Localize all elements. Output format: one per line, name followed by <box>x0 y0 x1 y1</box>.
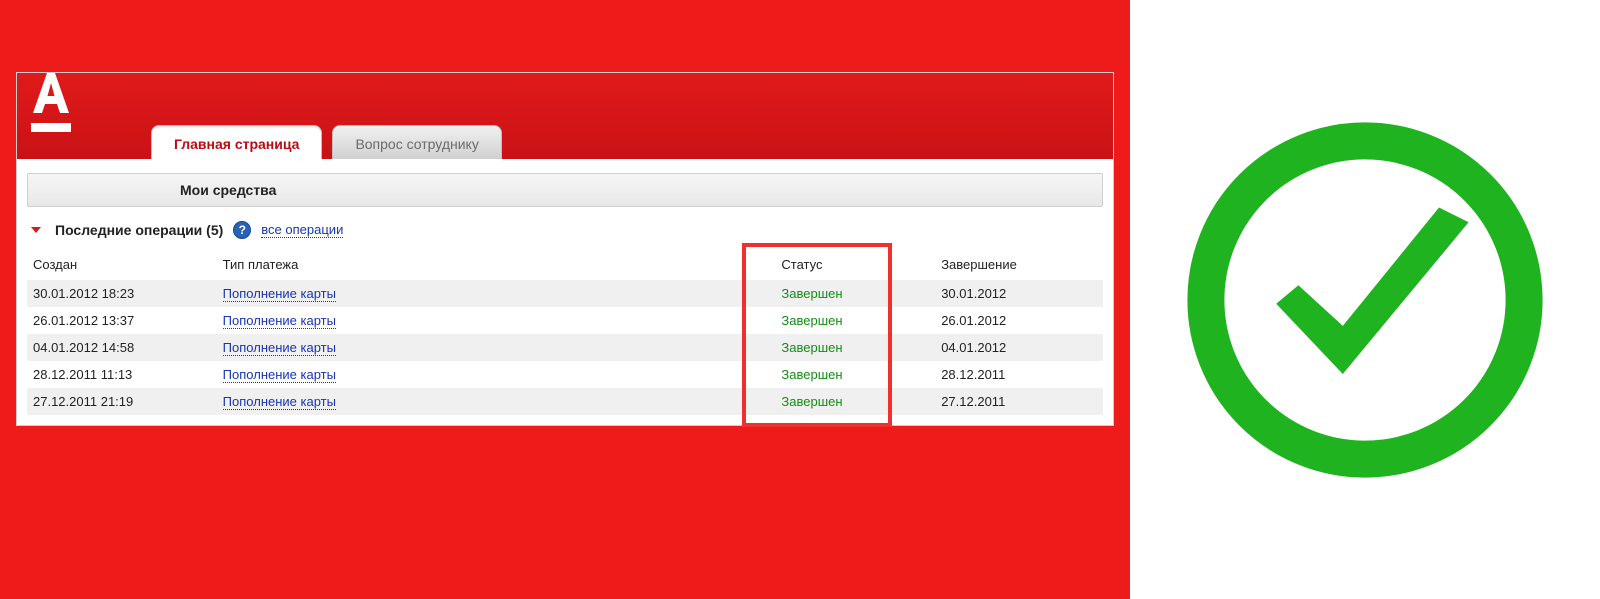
cell-completion: 27.12.2011 <box>915 388 1103 415</box>
cell-completion: 28.12.2011 <box>915 361 1103 388</box>
cell-status: Завершен <box>755 334 915 361</box>
operations-table-area: Создан Тип платежа Статус Завершение 30.… <box>17 249 1113 425</box>
recent-operations-title: Последние операции (5) <box>55 222 223 238</box>
cell-type: Пополнение карты <box>217 388 756 415</box>
checkmark-circle-icon <box>1180 115 1550 485</box>
table-row: 30.01.2012 18:23 Пополнение карты Заверш… <box>27 280 1103 307</box>
column-completion: Завершение <box>915 249 1103 280</box>
cell-type: Пополнение карты <box>217 334 756 361</box>
table-row: 04.01.2012 14:58 Пополнение карты Заверш… <box>27 334 1103 361</box>
left-panel: Главная страница Вопрос сотруднику Мои с… <box>0 0 1130 599</box>
cell-completion: 04.01.2012 <box>915 334 1103 361</box>
help-icon[interactable]: ? <box>233 221 251 239</box>
cell-created: 27.12.2011 21:19 <box>27 388 217 415</box>
cell-created: 28.12.2011 11:13 <box>27 361 217 388</box>
right-panel <box>1130 0 1600 599</box>
cell-completion: 30.01.2012 <box>915 280 1103 307</box>
cell-created: 04.01.2012 14:58 <box>27 334 217 361</box>
tab-bar: Главная страница Вопрос сотруднику <box>151 125 502 159</box>
cell-status: Завершен <box>755 388 915 415</box>
cell-type: Пополнение карты <box>217 307 756 334</box>
cell-type: Пополнение карты <box>217 280 756 307</box>
cell-status: Завершен <box>755 361 915 388</box>
all-operations-link[interactable]: все операции <box>261 222 343 239</box>
payment-type-link[interactable]: Пополнение карты <box>223 394 336 410</box>
column-type: Тип платежа <box>217 249 756 280</box>
table-row: 26.01.2012 13:37 Пополнение карты Заверш… <box>27 307 1103 334</box>
tab-main-page[interactable]: Главная страница <box>151 125 322 159</box>
payment-type-link[interactable]: Пополнение карты <box>223 367 336 383</box>
app-container: Главная страница Вопрос сотруднику Мои с… <box>16 72 1114 426</box>
section-my-funds: Мои средства <box>27 173 1103 207</box>
column-status: Статус <box>755 249 915 280</box>
tab-question-employee[interactable]: Вопрос сотруднику <box>332 125 501 159</box>
table-row: 27.12.2011 21:19 Пополнение карты Заверш… <box>27 388 1103 415</box>
payment-type-link[interactable]: Пополнение карты <box>223 286 336 302</box>
payment-type-link[interactable]: Пополнение карты <box>223 340 336 356</box>
payment-type-link[interactable]: Пополнение карты <box>223 313 336 329</box>
caret-down-icon[interactable] <box>31 227 41 233</box>
operations-table: Создан Тип платежа Статус Завершение 30.… <box>27 249 1103 415</box>
alfa-logo-icon <box>23 71 79 133</box>
cell-created: 30.01.2012 18:23 <box>27 280 217 307</box>
cell-completion: 26.01.2012 <box>915 307 1103 334</box>
header-bar: Главная страница Вопрос сотруднику <box>17 73 1113 159</box>
table-row: 28.12.2011 11:13 Пополнение карты Заверш… <box>27 361 1103 388</box>
cell-status: Завершен <box>755 307 915 334</box>
recent-operations-header: Последние операции (5) ? все операции <box>17 219 1113 249</box>
cell-type: Пополнение карты <box>217 361 756 388</box>
column-created: Создан <box>27 249 217 280</box>
cell-created: 26.01.2012 13:37 <box>27 307 217 334</box>
cell-status: Завершен <box>755 280 915 307</box>
